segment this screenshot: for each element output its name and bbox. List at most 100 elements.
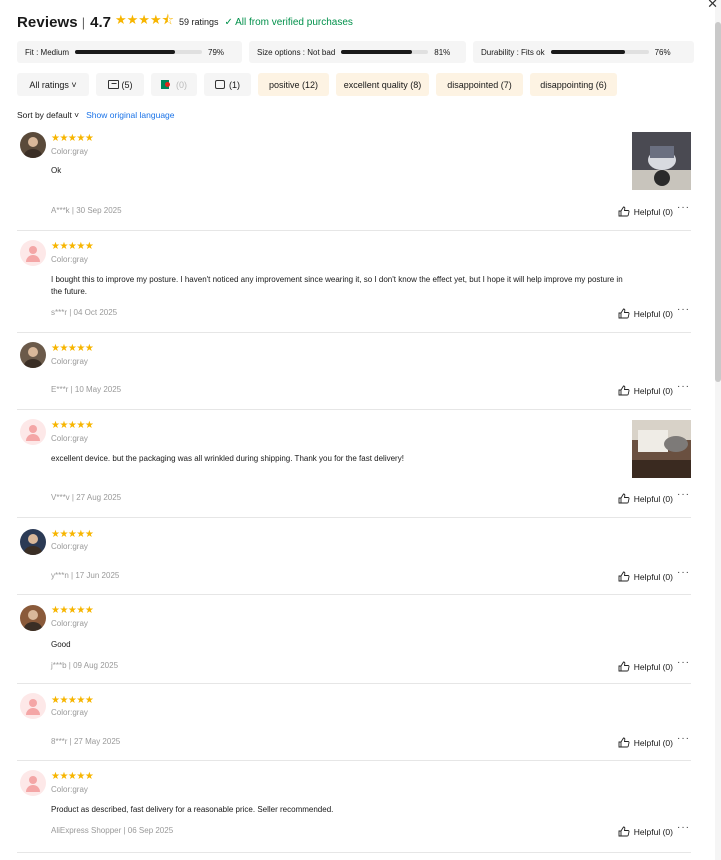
review-stars-icon: ★★★★★ [51,695,94,706]
helpful-label: Helpful (0) [633,661,673,672]
review-sku: Color:gray [51,542,88,551]
more-options-icon[interactable]: ··· [677,733,690,744]
star-rating-icon: ★★★★⯪ [115,12,174,27]
keyword-chip[interactable]: disappointed (7) [436,73,523,96]
review-author-date: AliExpress Shopper | 06 Sep 2025 [51,826,174,835]
helpful-label: Helpful (0) [633,826,673,837]
fit-card-fit: Fit : Medium 79% [17,41,242,63]
more-options-icon[interactable]: ··· [677,657,690,668]
helpful-button[interactable]: Helpful (0) [618,661,673,672]
more-options-icon[interactable]: ··· [677,202,690,213]
review-stars-icon: ★★★★★ [51,605,94,616]
image-icon [107,80,119,89]
durability-progress-bar [550,50,649,54]
thumbs-up-icon [618,826,630,837]
review-sku: Color:gray [51,147,88,156]
review-author-date: E***r | 10 May 2025 [51,385,122,394]
helpful-button[interactable]: Helpful (0) [618,737,673,748]
thumbs-up-icon [618,661,630,672]
review-stars-icon: ★★★★★ [51,529,94,540]
user-photo-icon [24,137,42,158]
sort-dropdown[interactable]: Sort by default ˅ [17,110,79,120]
review-sku: Color:gray [51,708,88,717]
fit-label: Fit : Medium [25,47,70,57]
review-photo[interactable] [632,420,691,478]
more-options-icon[interactable]: ··· [677,567,690,578]
more-options-icon[interactable]: ··· [677,381,690,392]
review-card: ★★★★★ Color:gray E***r | 10 May 2025 Helpf… [17,333,691,410]
comment-icon [215,80,225,89]
more-options-icon[interactable]: ··· [677,304,690,315]
page-title: Reviews [17,13,78,31]
comments-count: (1) [229,79,240,90]
review-text: excellent device. but the packaging was … [51,454,404,463]
review-card: ★★★★★ Color:gray Good j***b | 09 Aug 2025 H… [17,595,691,684]
review-stars-icon: ★★★★★ [51,771,94,782]
fit-card-durability: Durability : Fits ok 76% [473,41,694,63]
thumbs-up-icon [618,571,630,582]
fit-progress-fill [75,50,176,54]
helpful-button[interactable]: Helpful (0) [618,493,673,504]
user-photo-icon [24,610,42,631]
review-photo[interactable] [632,132,691,190]
filter-chips: All ratings ˅ (5) (0) (1) positive (12) … [17,73,617,96]
scrollbar-thumb[interactable] [715,22,721,382]
user-photo-icon [24,534,42,555]
review-sku: Color:gray [51,357,88,366]
ratings-count: 59 ratings [178,17,219,27]
all-ratings-dropdown[interactable]: All ratings ˅ [17,73,89,96]
average-score: 4.7 [90,13,111,31]
more-options-icon[interactable]: ··· [677,822,690,833]
thumbs-up-icon [618,308,630,319]
fit-summary: Fit : Medium 79% Size options : Not bad … [17,41,694,63]
review-card: ★★★★★ Color:gray Product as described, fas… [17,761,691,853]
avatar [20,770,46,796]
helpful-button[interactable]: Helpful (0) [618,571,673,582]
close-icon[interactable]: ✕ [707,0,718,12]
title-separator: | [81,14,86,30]
review-sku: Color:gray [51,434,88,443]
avatar [20,240,46,266]
helpful-label: Helpful (0) [633,385,673,396]
more-options-icon[interactable]: ··· [677,489,690,500]
durability-progress-fill [550,50,626,54]
filter-with-images[interactable]: (5) [96,73,144,96]
avatar [20,419,46,445]
show-original-language-link[interactable]: Show original language [86,110,174,120]
avatar [20,693,46,719]
review-author-date: V***v | 27 Aug 2025 [51,493,122,502]
review-stars-icon: ★★★★★ [51,241,94,252]
review-author-date: A***k | 30 Sep 2025 [51,206,122,215]
country-flag-icon [161,80,170,89]
images-count: (5) [121,79,133,90]
verified-purchases-label: ✓ All from verified purchases [224,16,353,28]
size-progress-fill [341,50,412,54]
sort-row: Sort by default ˅ Show original language [17,110,175,120]
helpful-button[interactable]: Helpful (0) [618,308,673,319]
keyword-chip[interactable]: excellent quality (8) [336,73,429,96]
thumbs-up-icon [618,385,630,396]
review-sku: Color:gray [51,785,88,794]
review-sku: Color:gray [51,255,88,264]
helpful-button[interactable]: Helpful (0) [618,826,673,837]
review-card: ★★★★★ Color:gray I bought this to improve … [17,231,691,333]
scrollbar-track[interactable] [715,0,721,860]
helpful-label: Helpful (0) [633,206,673,217]
review-author-date: y***n | 17 Jun 2025 [51,571,120,580]
keyword-chip[interactable]: disappointing (6) [530,73,617,96]
avatar [20,529,46,555]
thumbs-up-icon [618,493,630,504]
local-count: (0) [176,79,187,90]
size-progress-bar [341,50,429,54]
filter-local-reviews[interactable]: (0) [151,73,197,96]
helpful-label: Helpful (0) [633,308,673,319]
helpful-button[interactable]: Helpful (0) [618,206,673,217]
review-stars-icon: ★★★★★ [51,133,94,144]
review-card: ★★★★★ Color:gray 8***r | 27 May 2025 Helpf… [17,684,691,761]
review-stars-icon: ★★★★★ [51,343,94,354]
filter-with-comments[interactable]: (1) [204,73,251,96]
avatar [20,132,46,158]
helpful-button[interactable]: Helpful (0) [618,385,673,396]
fit-progress-bar [75,50,203,54]
keyword-chip[interactable]: positive (12) [258,73,329,96]
